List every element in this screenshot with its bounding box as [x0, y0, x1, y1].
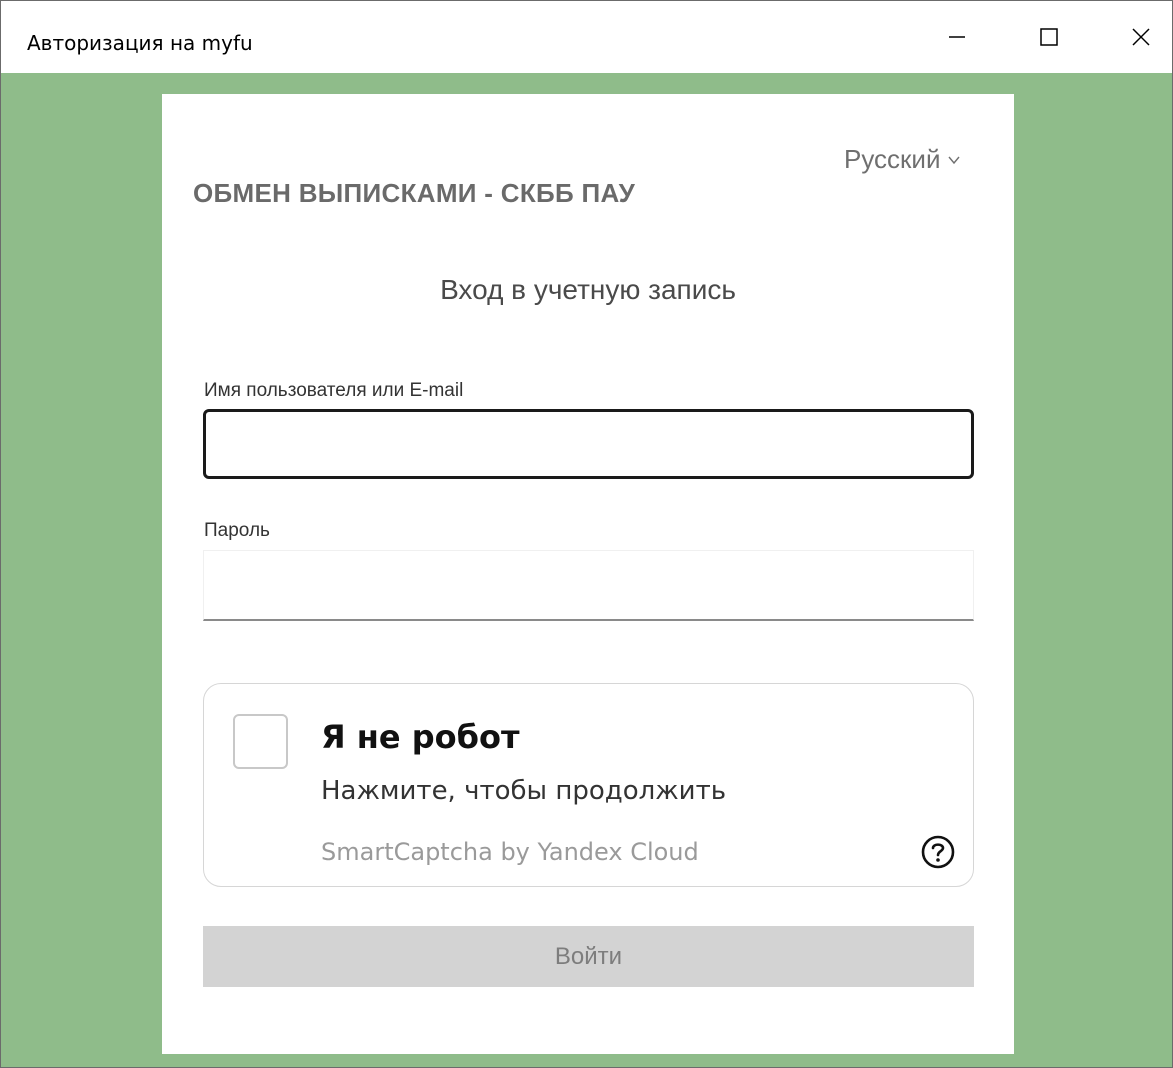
window-title: Авторизация на myfu	[27, 31, 253, 55]
app-window: Авторизация на myfu Русский ОБМЕН ВЫПИСК…	[0, 0, 1173, 1068]
minimize-button[interactable]	[911, 1, 1003, 73]
captcha-widget: Я не робот Нажмите, чтобы продолжить Sma…	[203, 683, 974, 887]
login-heading: Вход в учетную запись	[440, 274, 736, 305]
password-label: Пароль	[204, 520, 270, 541]
username-input[interactable]	[203, 409, 974, 479]
chevron-down-icon	[948, 156, 961, 164]
close-icon	[1132, 28, 1150, 46]
minimize-icon	[949, 36, 965, 38]
captcha-subtitle: Нажмите, чтобы продолжить	[321, 776, 727, 806]
captcha-help-button[interactable]	[920, 834, 956, 870]
username-label: Имя пользователя или E-mail	[204, 380, 464, 401]
question-circle-icon	[921, 835, 955, 869]
language-selector[interactable]: Русский	[844, 144, 961, 175]
maximize-icon	[1040, 28, 1058, 46]
close-button[interactable]	[1095, 1, 1173, 73]
captcha-title: Я не робот	[321, 718, 520, 756]
password-input[interactable]	[203, 550, 974, 621]
maximize-button[interactable]	[1003, 1, 1095, 73]
captcha-checkbox[interactable]	[233, 714, 288, 769]
page-background: Русский ОБМЕН ВЫПИСКАМИ - СКББ ПАУ Вход …	[1, 73, 1172, 1067]
title-bar: Авторизация на myfu	[1, 1, 1172, 73]
captcha-brand: SmartCaptcha by Yandex Cloud	[321, 838, 699, 866]
app-title: ОБМЕН ВЫПИСКАМИ - СКББ ПАУ	[193, 178, 636, 208]
login-card: Русский ОБМЕН ВЫПИСКАМИ - СКББ ПАУ Вход …	[162, 94, 1014, 1054]
language-label: Русский	[844, 144, 941, 174]
login-button[interactable]: Войти	[203, 926, 974, 987]
